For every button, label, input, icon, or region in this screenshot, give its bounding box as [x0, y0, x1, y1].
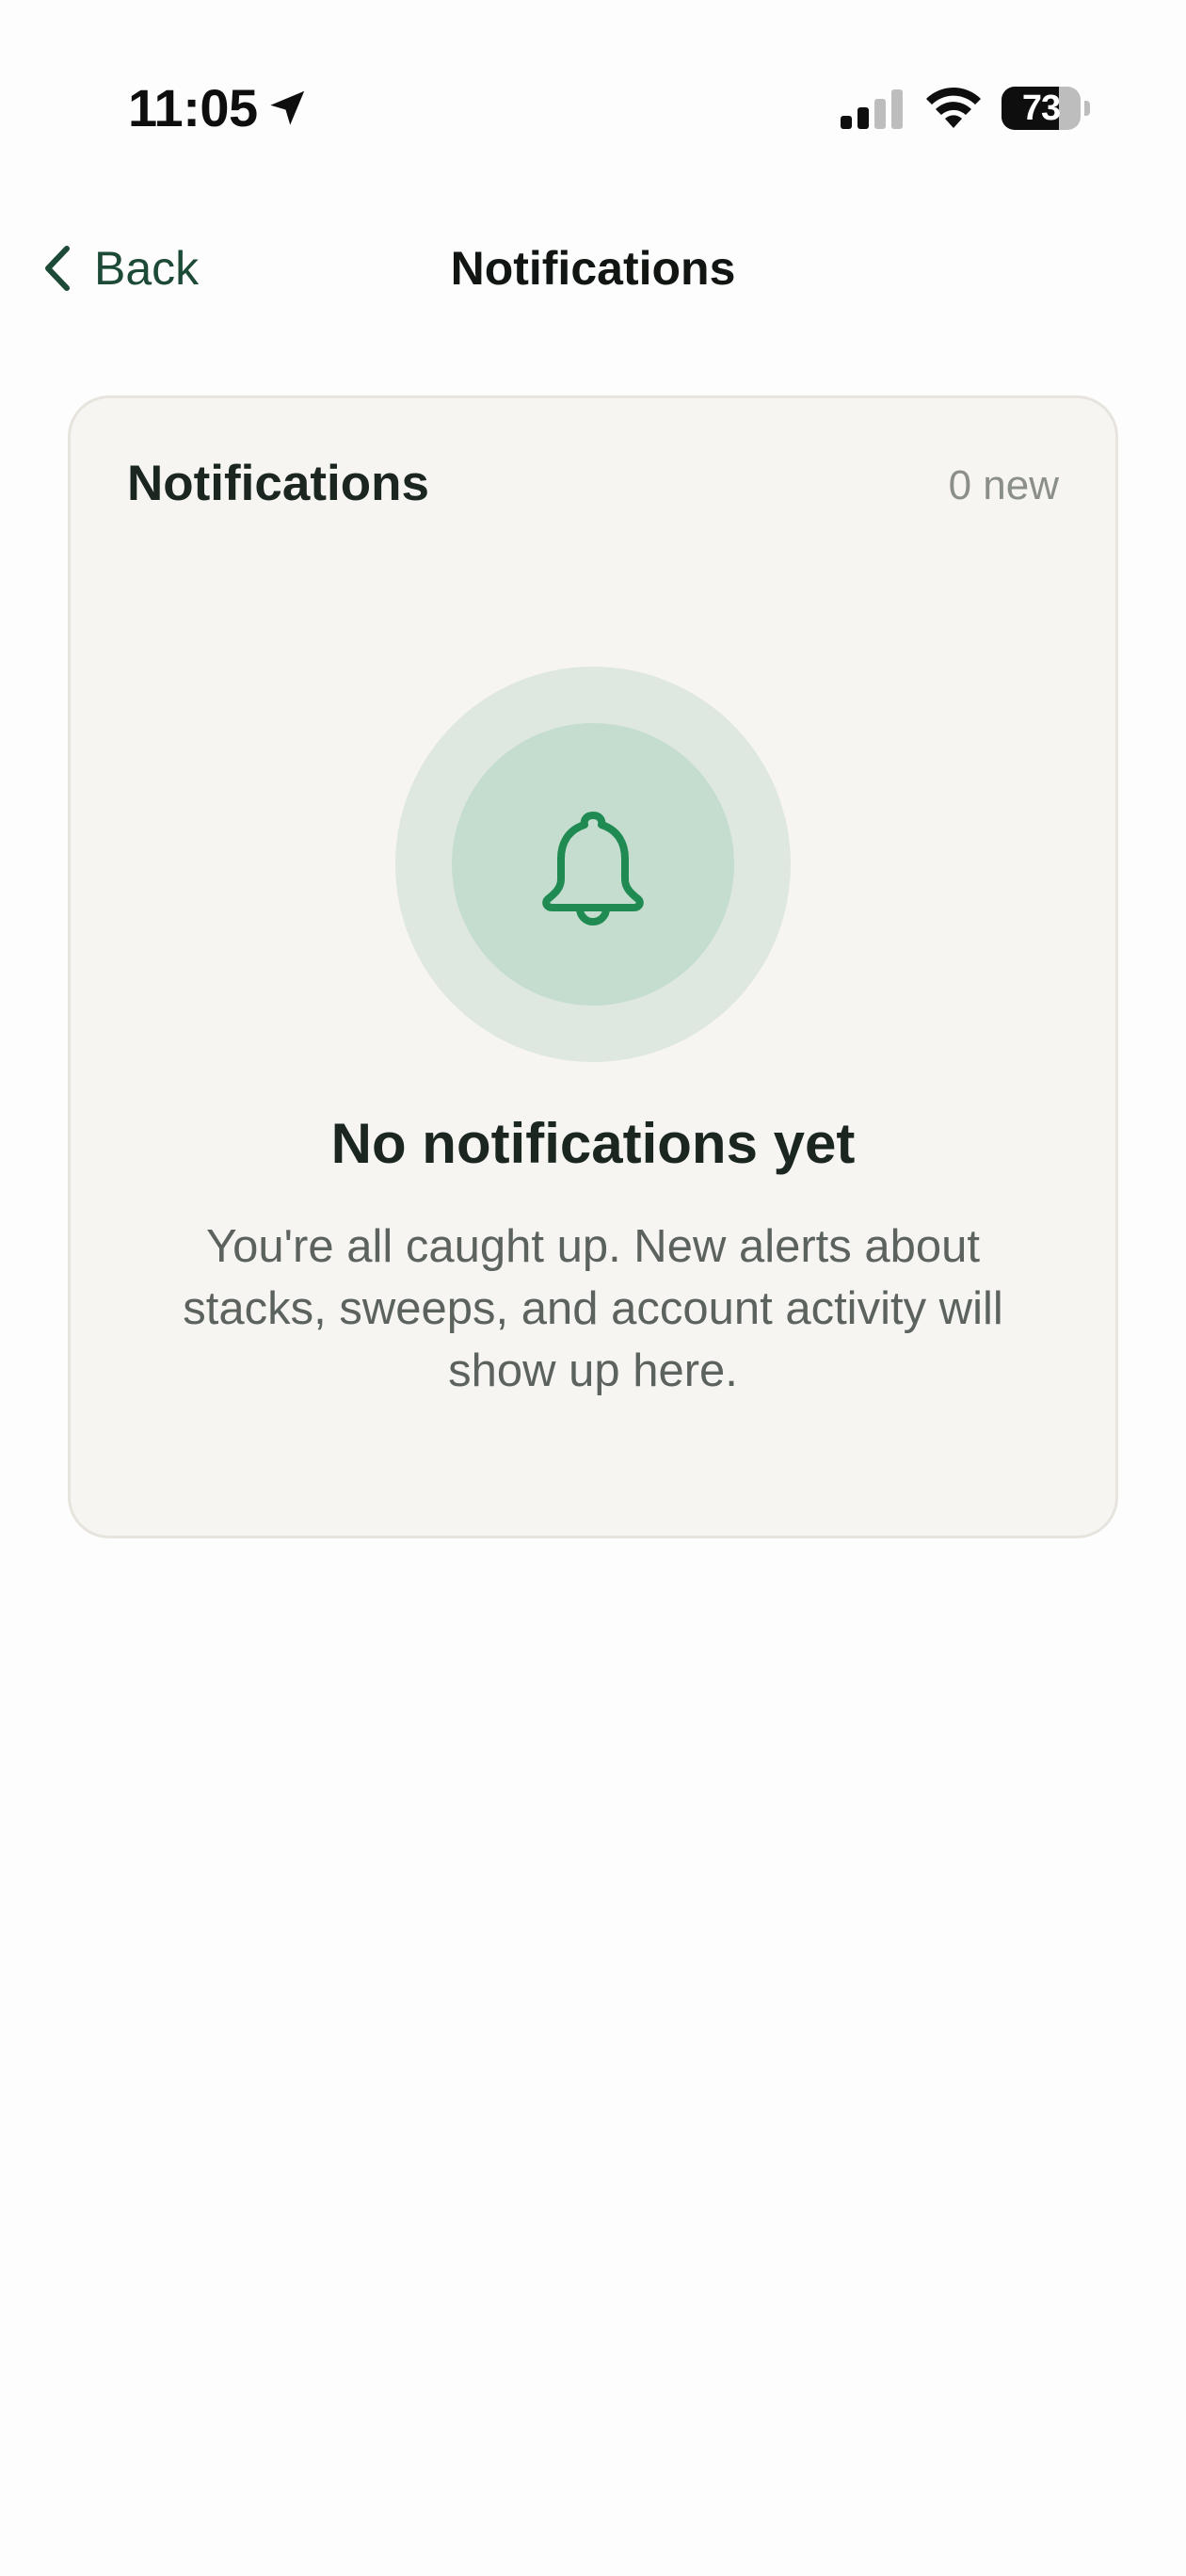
- battery-percent: 73: [1021, 89, 1061, 128]
- cellular-signal-icon: [841, 89, 903, 129]
- empty-state-illustration: [395, 667, 791, 1062]
- nav-bar: Back Notifications: [0, 217, 1186, 320]
- card-title: Notifications: [127, 456, 429, 511]
- bell-icon: [542, 812, 644, 926]
- battery-icon: 73: [1002, 87, 1090, 130]
- battery-body: 73: [1002, 87, 1081, 130]
- wifi-icon: [926, 87, 981, 128]
- empty-state-message: You're all caught up. New alerts about s…: [183, 1221, 1003, 1396]
- location-arrow-icon: [270, 90, 305, 125]
- status-time: 11:05: [128, 78, 258, 137]
- battery-cap: [1084, 101, 1090, 116]
- empty-state-title: No notifications yet: [330, 1112, 856, 1175]
- page-title: Notifications: [450, 242, 736, 295]
- notifications-card: Notifications 0 new No notifications yet…: [68, 395, 1118, 1538]
- new-count-label: 0 new: [948, 462, 1059, 508]
- status-bar: 11:05 73: [0, 0, 1186, 188]
